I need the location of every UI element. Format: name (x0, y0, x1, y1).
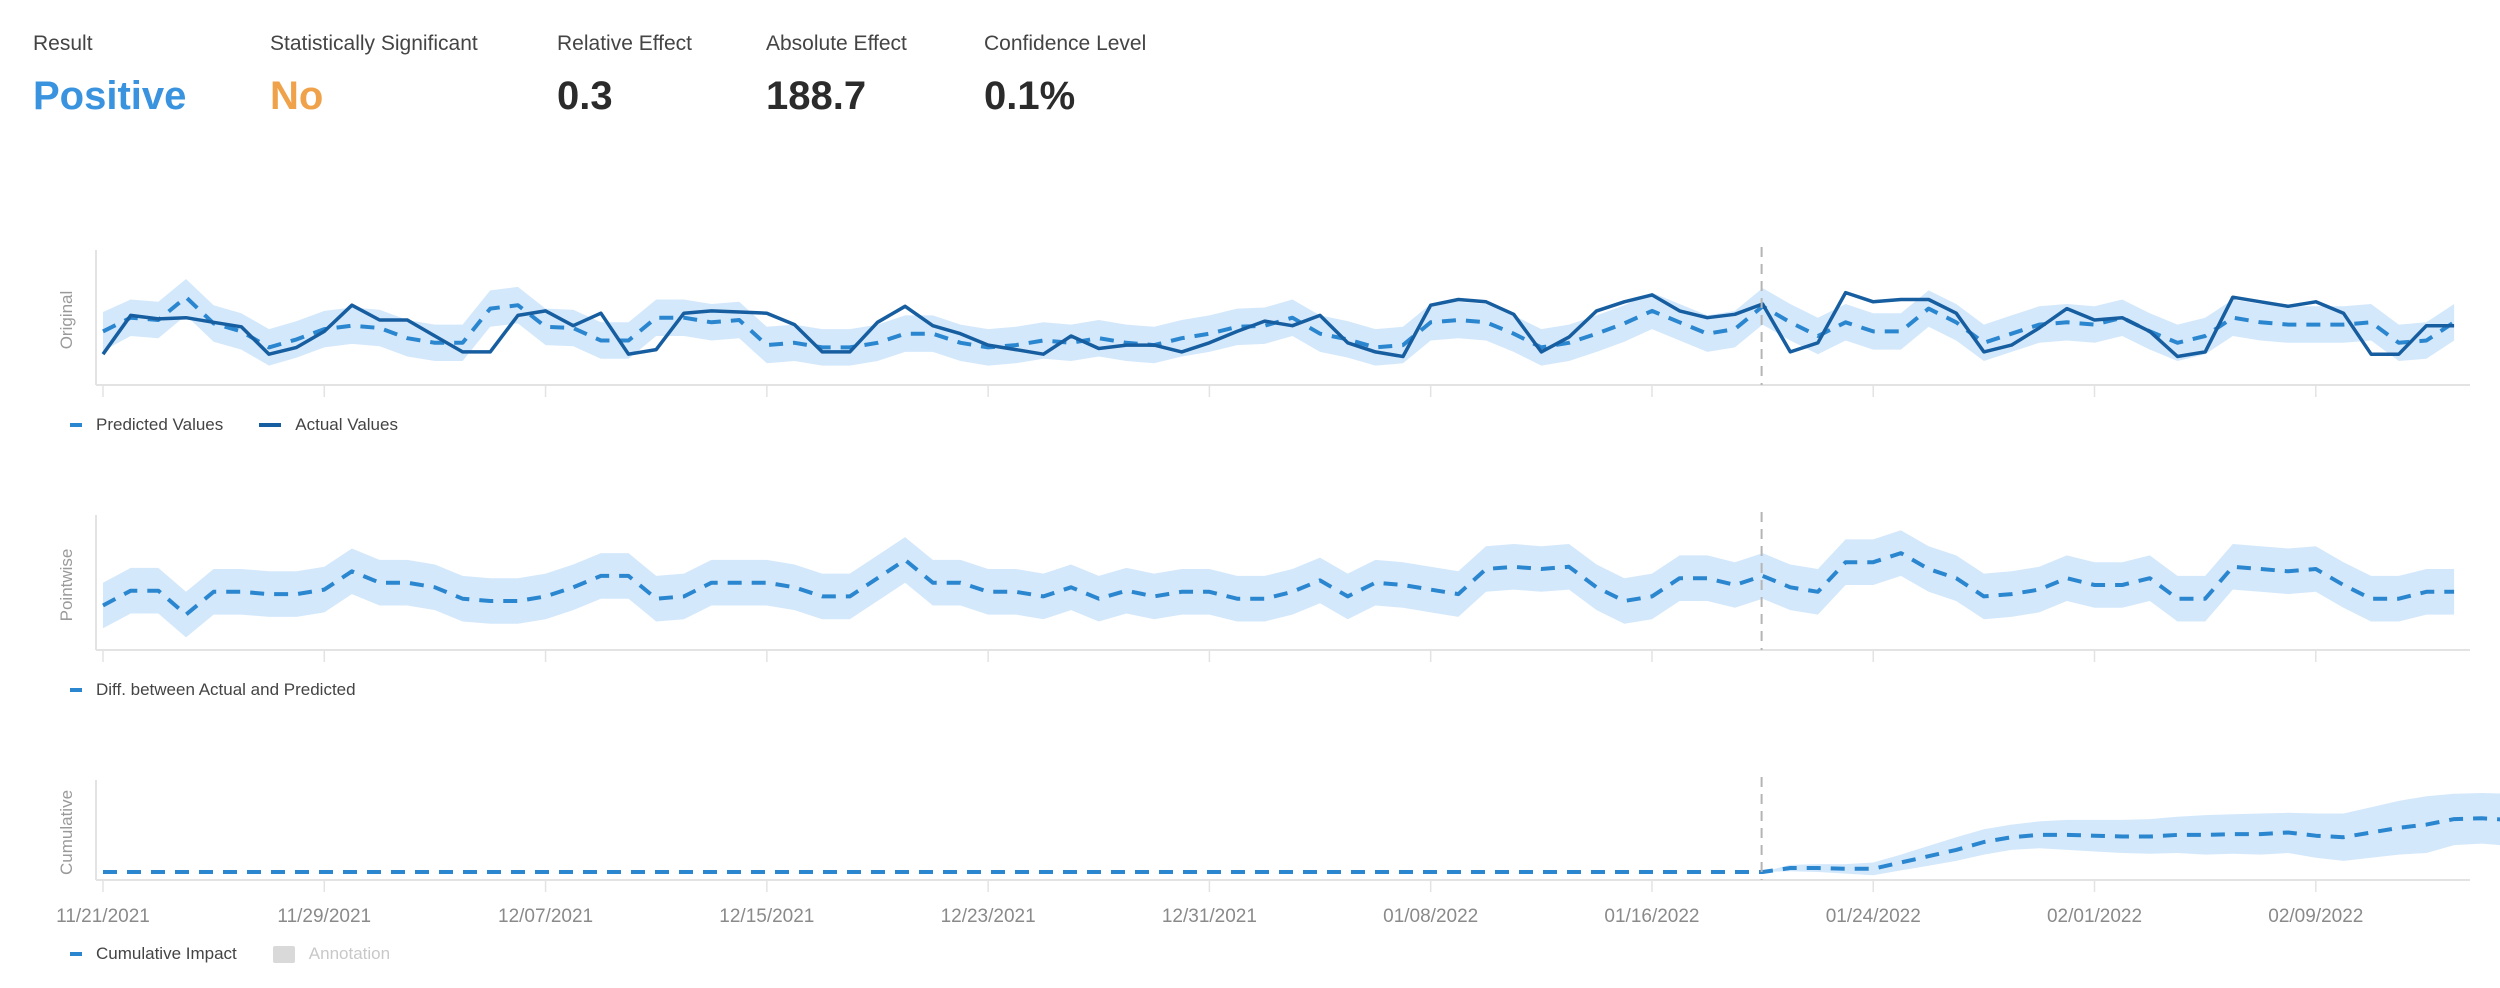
x-tick-label: 12/15/2021 (719, 906, 814, 927)
x-tick-label: 12/23/2021 (941, 906, 1036, 927)
y-axis-label: Original (57, 291, 76, 350)
x-tick-label: 01/24/2022 (1826, 906, 1921, 927)
legend-item-cumulative-impact[interactable]: Cumulative Impact (70, 944, 237, 964)
legend-item-actual[interactable]: Actual Values (259, 415, 398, 435)
x-tick-label: 02/09/2022 (2268, 906, 2363, 927)
causal-impact-charts: Original Pointwise Cumulative 11/21/2021 11/… (56, 247, 2500, 927)
x-tick-label: 02/01/2022 (2047, 906, 2142, 927)
x-tick-label: 01/08/2022 (1383, 906, 1478, 927)
legend-pointwise: Diff. between Actual and Predicted (70, 680, 382, 700)
legend-original: Predicted Values Actual Values (70, 415, 424, 435)
legend-cumulative: Cumulative Impact Annotation (70, 944, 416, 964)
legend-item-annotation[interactable]: Annotation (272, 944, 391, 964)
x-tick-label: 01/16/2022 (1604, 906, 1699, 927)
dashed-line-icon (70, 688, 82, 692)
x-tick-label: 11/21/2021 (56, 906, 150, 927)
annotation-box-icon (272, 945, 295, 963)
dashed-line-icon (70, 423, 82, 427)
y-axis-label: Cumulative (57, 790, 76, 875)
x-tick-label: 11/29/2021 (277, 906, 371, 927)
legend-label: Diff. between Actual and Predicted (96, 680, 356, 699)
x-tick-label: 12/07/2021 (498, 906, 593, 927)
legend-item-diff[interactable]: Diff. between Actual and Predicted (70, 680, 356, 700)
confidence-band (103, 793, 2500, 876)
x-tick-label: 12/31/2021 (1162, 906, 1257, 927)
legend-label: Predicted Values (96, 415, 224, 434)
legend-item-predicted[interactable]: Predicted Values (70, 415, 223, 435)
solid-line-icon (259, 423, 282, 427)
legend-label: Annotation (308, 944, 391, 963)
legend-label: Cumulative Impact (96, 944, 237, 963)
legend-label: Actual Values (295, 415, 398, 434)
y-axis-label: Pointwise (57, 549, 76, 622)
dashed-line-icon (70, 952, 82, 956)
